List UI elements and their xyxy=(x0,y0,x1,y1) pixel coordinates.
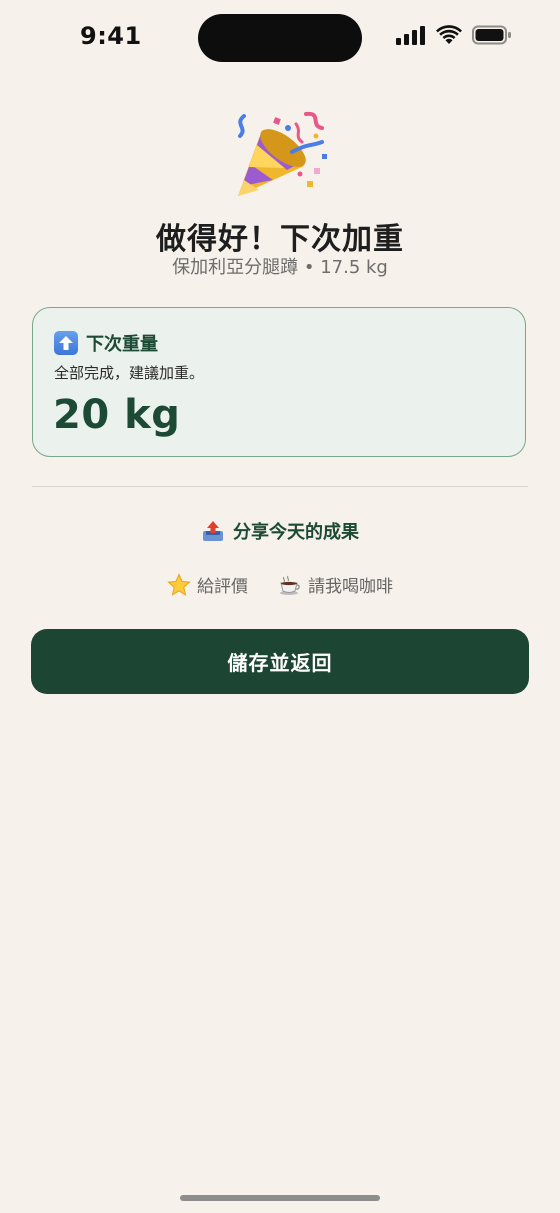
card-description: 全部完成，建議加重。 xyxy=(54,364,205,382)
battery-icon xyxy=(472,25,511,45)
card-title: 下次重量 xyxy=(86,334,158,355)
share-label: 分享今天的成果 xyxy=(233,522,359,543)
outbox-tray-icon xyxy=(203,521,223,541)
party-popper-icon xyxy=(238,111,327,196)
star-icon xyxy=(167,572,191,596)
status-time: 9:41 xyxy=(80,22,142,50)
up-arrow-icon xyxy=(54,331,78,355)
secondary-links: 給評價 請我喝咖啡 xyxy=(0,572,560,597)
status-icons xyxy=(396,25,512,45)
coffee-icon xyxy=(280,575,300,595)
share-button[interactable]: 分享今天的成果 xyxy=(0,518,560,544)
next-weight-card: 下次重量 全部完成，建議加重。 20 kg xyxy=(32,307,526,457)
next-weight-value: 20 kg xyxy=(53,392,181,438)
status-bar: 9:41 xyxy=(0,0,560,80)
buy-coffee-button[interactable]: 請我喝咖啡 xyxy=(278,572,393,597)
divider xyxy=(32,486,528,487)
save-and-return-button[interactable]: 儲存並返回 xyxy=(31,629,529,694)
page-subtitle: 保加利亞分腿蹲 • 17.5 kg xyxy=(172,257,388,278)
dynamic-island xyxy=(198,14,362,62)
card-header: 下次重量 xyxy=(54,330,158,356)
page-title: 做得好！下次加重 xyxy=(156,222,404,257)
save-and-return-label: 儲存並返回 xyxy=(227,651,333,675)
rate-button[interactable]: 給評價 xyxy=(167,572,248,597)
rate-label: 給評價 xyxy=(197,577,248,597)
wifi-icon xyxy=(436,25,462,44)
coffee-label: 請我喝咖啡 xyxy=(308,577,393,597)
home-indicator[interactable] xyxy=(180,1195,380,1201)
signal-icon xyxy=(396,26,425,45)
